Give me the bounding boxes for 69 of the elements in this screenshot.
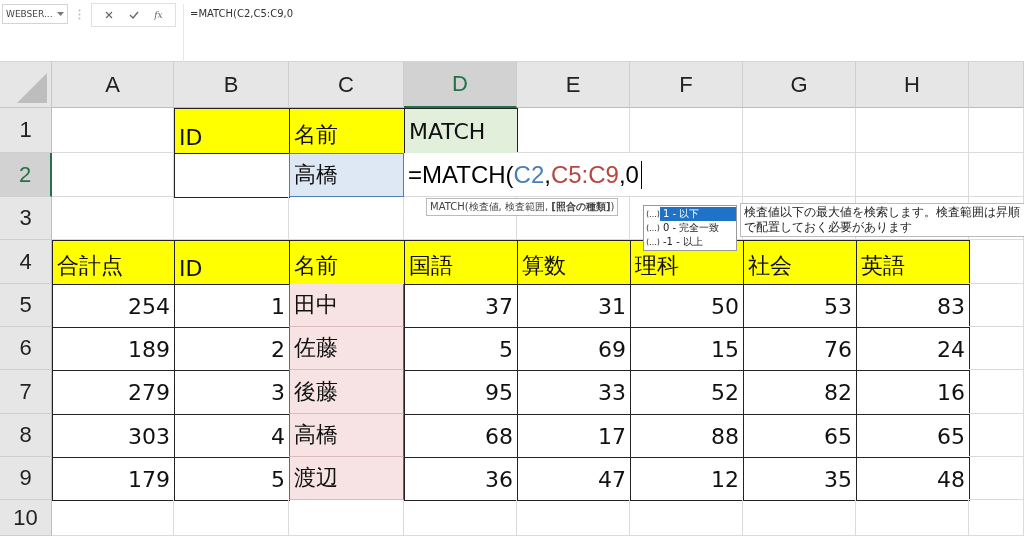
table-cell[interactable]: 英語 (856, 240, 970, 285)
row-header[interactable]: 9 (0, 457, 52, 500)
column-header[interactable] (969, 62, 1024, 108)
table-cell[interactable]: 佐藤 (289, 327, 404, 370)
empty-cell[interactable] (856, 108, 969, 153)
row-header[interactable]: 4 (0, 240, 52, 284)
empty-cell[interactable] (969, 327, 1024, 370)
argument-icon (646, 238, 660, 246)
select-all-triangle-icon (17, 73, 47, 103)
formula-cell[interactable]: =MATCH(C2,C5:C9,0 (404, 153, 743, 197)
table-cell[interactable]: 名前 (289, 240, 405, 285)
table-cell[interactable]: 合計点 (52, 240, 175, 285)
table-cell[interactable]: 社会 (743, 240, 857, 285)
table-cell[interactable]: 田中 (289, 284, 404, 327)
argument-icon (646, 224, 660, 232)
empty-cell[interactable] (630, 500, 743, 536)
empty-cell[interactable] (969, 414, 1024, 457)
function-syntax-tooltip: MATCH(検査値, 検査範囲, [照合の種類]) (426, 198, 619, 216)
column-header[interactable]: B (174, 62, 289, 108)
table-cell[interactable]: MATCH (404, 108, 518, 154)
row-header[interactable]: 8 (0, 414, 52, 457)
table-cell[interactable]: 算数 (517, 240, 631, 285)
check-icon (128, 11, 139, 19)
row-header[interactable]: 5 (0, 284, 52, 327)
table-cell[interactable]: 後藤 (289, 370, 404, 414)
empty-cell[interactable] (856, 153, 969, 197)
column-header[interactable]: D (404, 62, 517, 108)
empty-cell[interactable] (856, 500, 969, 536)
column-header[interactable]: C (289, 62, 404, 108)
column-header[interactable]: E (517, 62, 630, 108)
column-header[interactable]: F (630, 62, 743, 108)
table-cell[interactable]: 179 (52, 457, 175, 501)
row-header[interactable]: 6 (0, 327, 52, 370)
empty-cell[interactable] (743, 500, 856, 536)
empty-cell[interactable] (969, 500, 1024, 536)
table-cell[interactable]: 高橋 (289, 153, 404, 197)
empty-cell[interactable] (289, 500, 404, 536)
table-cell[interactable]: ID (174, 108, 290, 154)
empty-cell[interactable] (743, 108, 856, 153)
column-header[interactable]: H (856, 62, 969, 108)
empty-cell[interactable] (404, 500, 517, 536)
table-cell[interactable]: 36 (404, 457, 518, 501)
autocomplete-item[interactable]: 0 - 完全一致 (660, 221, 736, 235)
table-cell[interactable]: 高橋 (289, 414, 404, 457)
caret-icon (57, 12, 64, 16)
row-header[interactable]: 2 (0, 153, 52, 197)
name-box[interactable]: WEBSER... (2, 4, 68, 24)
column-header[interactable]: G (743, 62, 856, 108)
table-cell[interactable]: 国語 (404, 240, 518, 285)
column-header[interactable]: A (52, 62, 174, 108)
empty-cell[interactable] (969, 457, 1024, 500)
empty-cell[interactable] (969, 153, 1024, 197)
row-header[interactable]: 10 (0, 500, 52, 536)
argument-icon (646, 210, 660, 218)
empty-cell[interactable] (969, 108, 1024, 153)
autocomplete-item[interactable]: 1 - 以下 (660, 207, 736, 221)
close-icon (104, 11, 113, 19)
table-cell[interactable]: 名前 (289, 108, 405, 154)
table-cell[interactable]: 渡辺 (289, 457, 404, 500)
empty-cell[interactable] (174, 500, 289, 536)
table-cell[interactable]: 48 (856, 457, 970, 501)
row-header[interactable]: 3 (0, 197, 52, 240)
table-cell[interactable]: ID (174, 240, 290, 285)
empty-cell[interactable] (517, 500, 630, 536)
description-tooltip: 検査値以下の最大値を検索します。検査範囲は昇順で配置しておく必要があります (740, 203, 1024, 237)
row-header[interactable]: 1 (0, 108, 52, 153)
empty-cell[interactable] (969, 370, 1024, 414)
row-header[interactable]: 7 (0, 370, 52, 414)
empty-cell[interactable] (969, 284, 1024, 327)
